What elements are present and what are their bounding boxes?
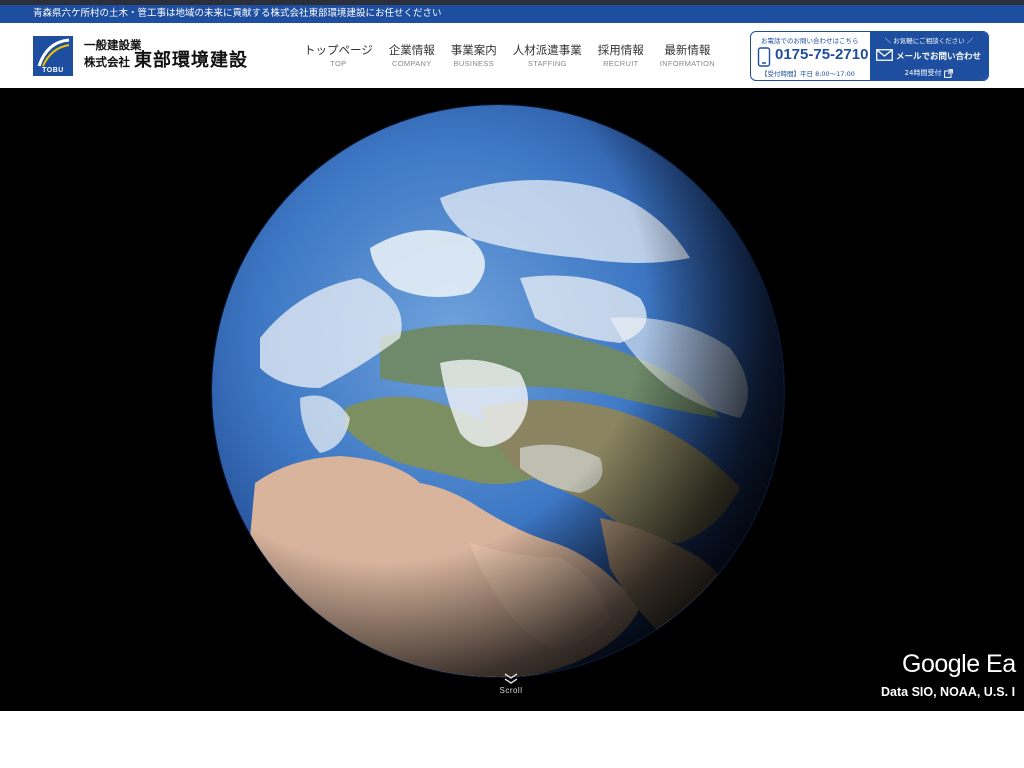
mail-availability-text: 24時間受付 <box>904 69 942 77</box>
nav-sublabel: BUSINESS <box>453 59 494 68</box>
business-hours: 【受付時間】平日 8:00～17:00 <box>761 70 855 78</box>
mail-availability: 24時間受付 <box>870 68 988 78</box>
nav-item-company[interactable]: 企業情報 COMPANY <box>389 43 435 73</box>
google-earth-watermark: Google Ea <box>902 650 1016 678</box>
nav-label: 人材派遣事業 <box>512 43 582 57</box>
nav-sublabel: STAFFING <box>527 59 567 68</box>
logo-mark-text: TOBU <box>42 67 64 74</box>
imagery-attribution: Data SIO, NOAA, U.S. I <box>881 685 1016 699</box>
tagline-bar: 青森県六ケ所村の土木・管工事は地域の未来に貢献する株式会社東部環境建設にお任せく… <box>0 5 1024 23</box>
earth-globe-image <box>0 88 1024 711</box>
company-logo[interactable]: TOBU <box>33 36 73 76</box>
smartphone-icon <box>757 47 771 67</box>
tagline-text: 青森県六ケ所村の土木・管工事は地域の未来に貢献する株式会社東部環境建設にお任せく… <box>33 8 442 19</box>
nav-label: 事業案内 <box>450 43 497 57</box>
mail-contact-button[interactable]: ＼ お気軽にご相談ください ／ メールでお問い合わせ 24時間受付 <box>870 32 988 80</box>
nav-label: 最新情報 <box>664 43 711 57</box>
nav-label: 企業情報 <box>388 43 435 57</box>
contact-box: お電話でのお問い合わせはこちら 0175-75-2710 【受付時間】平日 8:… <box>750 31 989 81</box>
main-nav: トップページ TOP 企業情報 COMPANY 事業案内 BUSINESS 人材… <box>304 43 731 73</box>
mail-label: メールでお問い合わせ <box>896 52 982 62</box>
external-link-icon <box>944 68 954 78</box>
nav-item-recruit[interactable]: 採用情報 RECRUIT <box>598 43 644 73</box>
mail-caption: ＼ お気軽にご相談ください ／ <box>884 37 974 45</box>
nav-sublabel: RECRUIT <box>603 59 639 68</box>
nav-label: トップページ <box>304 43 373 57</box>
company-name-main: 東部環境建設 <box>134 50 248 71</box>
site-header: TOBU 一般建設業 株式会社 東部環境建設 トップページ TOP 企業情報 CO… <box>0 23 1024 88</box>
scroll-label: Scroll <box>499 686 523 695</box>
chevron-double-down-icon <box>504 673 518 684</box>
company-type: 株式会社 <box>84 55 130 69</box>
company-name-line: 株式会社 東部環境建設 <box>84 52 248 71</box>
phone-contact-button[interactable]: お電話でのお問い合わせはこちら 0175-75-2710 【受付時間】平日 8:… <box>751 32 870 80</box>
nav-sublabel: INFORMATION <box>659 59 716 68</box>
nav-sublabel: COMPANY <box>392 59 432 68</box>
hero-earth-video: Scroll Google Ea Data SIO, NOAA, U.S. I <box>0 88 1024 711</box>
nav-item-information[interactable]: 最新情報 INFORMATION <box>660 43 715 73</box>
phone-number: 0175-75-2710 <box>775 46 869 63</box>
nav-sublabel: TOP <box>330 59 347 68</box>
nav-label: 採用情報 <box>597 43 644 57</box>
scroll-indicator[interactable]: Scroll <box>489 673 533 695</box>
phone-caption: お電話でのお問い合わせはこちら <box>761 37 859 45</box>
mail-icon <box>876 49 893 61</box>
nav-item-business[interactable]: 事業案内 BUSINESS <box>451 43 497 73</box>
company-name[interactable]: 一般建設業 株式会社 東部環境建設 <box>84 39 248 71</box>
nav-item-staffing[interactable]: 人材派遣事業 STAFFING <box>513 43 582 73</box>
nav-item-top[interactable]: トップページ TOP <box>304 43 373 73</box>
